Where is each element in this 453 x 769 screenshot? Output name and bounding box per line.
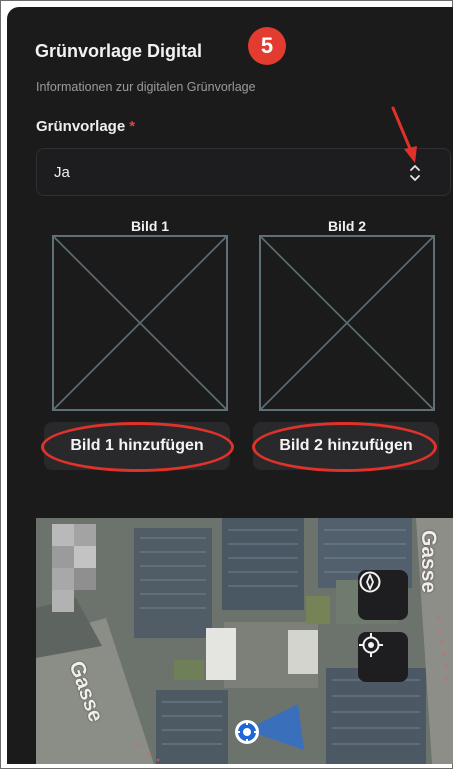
section-subtitle: Informationen zur digitalen Grünvorlage bbox=[36, 80, 256, 94]
add-image-1-button[interactable]: Bild 1 hinzufügen bbox=[44, 422, 230, 470]
locate-me-button[interactable] bbox=[358, 632, 408, 682]
image-2-label: Bild 2 bbox=[327, 218, 367, 234]
compass-button[interactable] bbox=[358, 570, 408, 620]
annotation-arrow-icon bbox=[391, 106, 417, 163]
image-2-placeholder-icon bbox=[259, 235, 435, 411]
section-title: Grünvorlage Digital bbox=[35, 41, 203, 61]
satellite-map[interactable]: Gasse Gasse bbox=[36, 518, 453, 764]
form-panel: Grünvorlage Digital 5 Informationen zur … bbox=[7, 7, 453, 764]
screenshot-frame: Grünvorlage Digital 5 Informationen zur … bbox=[0, 0, 453, 769]
step-number-badge: 5 bbox=[248, 27, 286, 65]
field-label-text: Grünvorlage bbox=[36, 118, 126, 135]
location-marker-icon bbox=[235, 720, 259, 744]
compass-icon bbox=[359, 571, 381, 593]
select-value: Ja bbox=[54, 164, 70, 181]
image-1-placeholder-icon bbox=[52, 235, 228, 411]
add-image-2-button[interactable]: Bild 2 hinzufügen bbox=[253, 422, 439, 470]
street-label-right: Gasse bbox=[417, 530, 440, 594]
gruenvorlage-field-label: Grünvorlage * bbox=[36, 118, 135, 135]
required-marker: * bbox=[129, 118, 136, 135]
image-1-label: Bild 1 bbox=[130, 218, 170, 234]
section-header: Grünvorlage Digital bbox=[35, 41, 202, 62]
locate-icon bbox=[359, 633, 383, 657]
